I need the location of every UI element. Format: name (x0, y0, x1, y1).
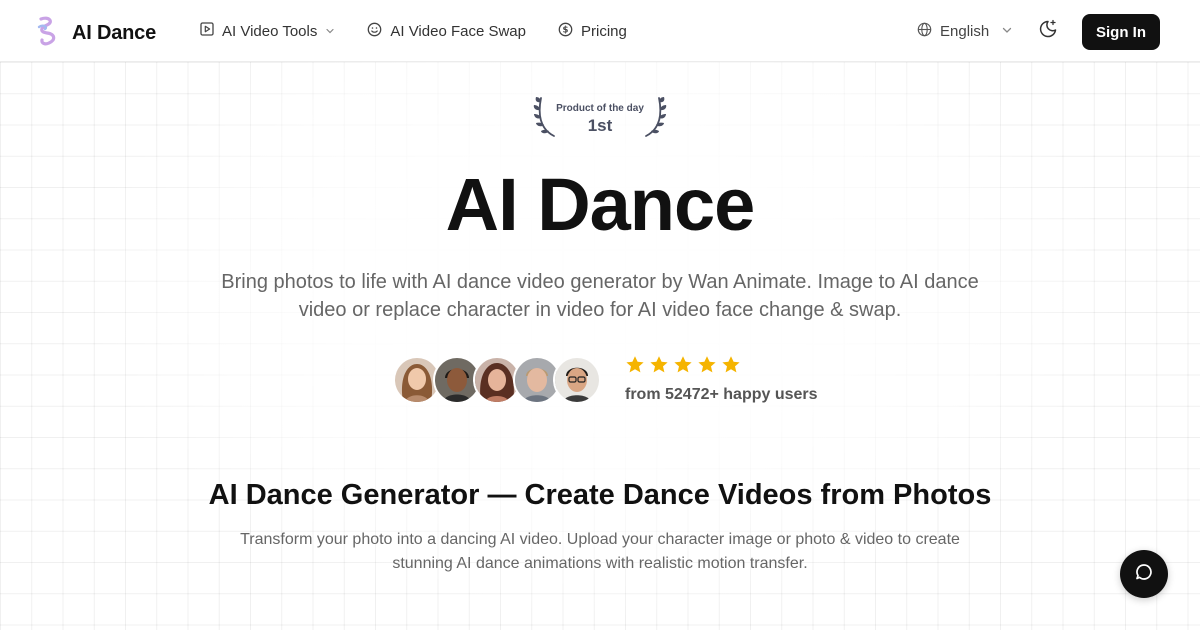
nav-ai-video-tools[interactable]: AI Video Tools (200, 22, 335, 40)
chat-bubble-icon (1134, 562, 1154, 587)
brand-logo-link[interactable]: AI Dance (34, 15, 156, 52)
star-icon (721, 355, 741, 380)
star-icon (625, 355, 645, 380)
avatar (553, 356, 601, 404)
badge-rank: 1st (587, 116, 613, 135)
nav-ai-video-face-swap-label: AI Video Face Swap (390, 22, 526, 40)
section-title: AI Dance Generator — Create Dance Videos… (208, 479, 992, 511)
brand-name: AI Dance (72, 22, 156, 44)
main-nav: AI Video Tools AI Video Face Swap $ Pric… (200, 0, 627, 62)
user-avatars (393, 356, 601, 404)
language-selector[interactable]: English (917, 0, 1013, 62)
chevron-down-icon (1001, 23, 1013, 40)
svg-text:$: $ (563, 25, 569, 35)
nav-pricing[interactable]: $ Pricing (558, 22, 627, 41)
dollar-circle-icon: $ (558, 22, 573, 41)
happy-users-count: from 52472+ happy users (625, 386, 818, 403)
play-square-icon (200, 22, 214, 40)
nav-ai-video-tools-label: AI Video Tools (222, 22, 318, 40)
top-navbar: AI Dance AI Video Tools AI Video Face Sw… (0, 0, 1200, 62)
sign-in-button[interactable]: Sign In (1082, 14, 1160, 50)
globe-icon (917, 22, 932, 41)
hero-subtitle: Bring photos to life with AI dance video… (221, 271, 979, 321)
star-icon (673, 355, 693, 380)
badge-caption: Product of the day (556, 103, 644, 114)
page-title: AI Dance (445, 163, 756, 246)
star-icon (697, 355, 717, 380)
moon-sparkle-icon (1037, 18, 1059, 45)
product-of-the-day-badge[interactable]: Product of the day 1st (530, 94, 670, 140)
section-subtitle: Transform your photo into a dancing AI v… (240, 531, 960, 572)
theme-toggle-button[interactable] (1036, 19, 1060, 43)
chat-button[interactable] (1120, 550, 1168, 598)
chevron-down-icon (325, 23, 335, 40)
user-rating: from 52472+ happy users (625, 355, 818, 404)
smile-icon (367, 22, 382, 41)
dance-logo-icon (34, 15, 62, 52)
nav-ai-video-face-swap[interactable]: AI Video Face Swap (367, 22, 526, 41)
nav-pricing-label: Pricing (581, 22, 627, 40)
language-label: English (940, 22, 990, 40)
star-rating (625, 355, 818, 380)
star-icon (649, 355, 669, 380)
